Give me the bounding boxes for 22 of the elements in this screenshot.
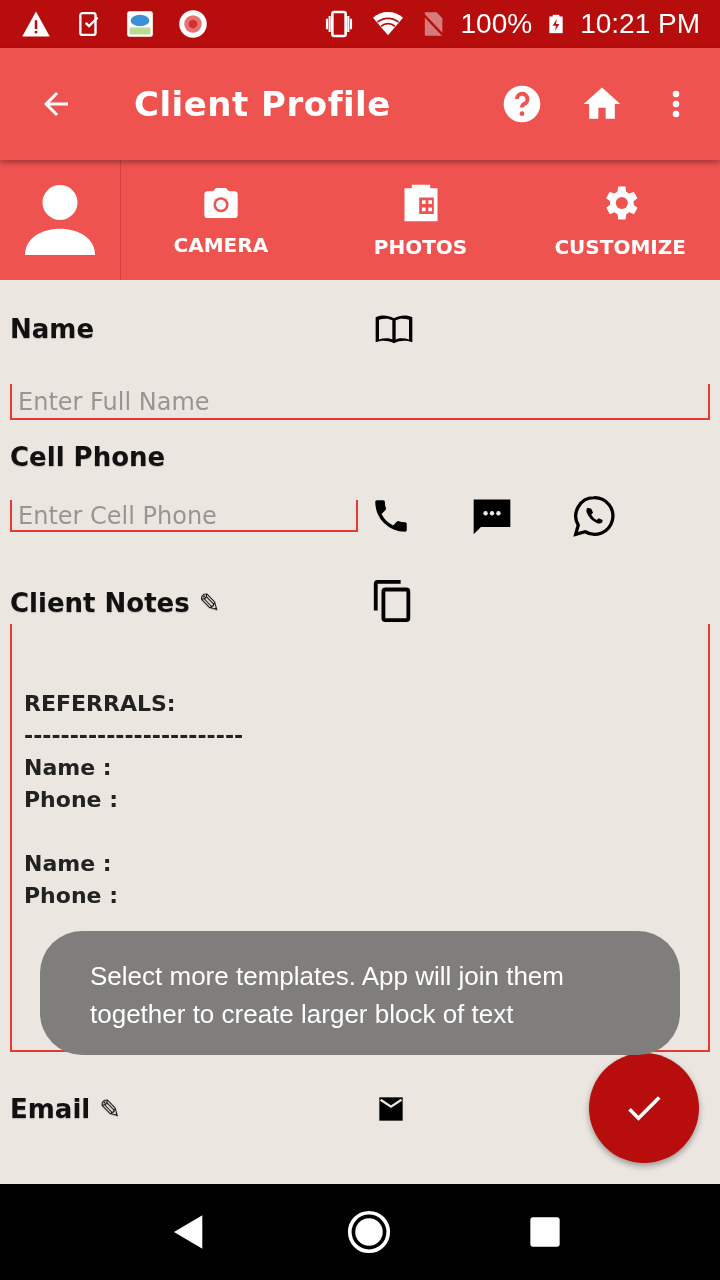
cloud-app-icon (126, 10, 154, 38)
battery-level: 100% (460, 8, 533, 40)
field-label: Client Notes ✎ (10, 588, 222, 618)
field-label: Cell Phone (10, 442, 167, 472)
tab[interactable]: CUSTOMIZE (520, 160, 720, 280)
phone-field[interactable]: Enter Cell Phone (10, 500, 358, 532)
clock-time: 10:21 PM (580, 8, 700, 40)
name-field[interactable]: Enter Full Name (10, 384, 710, 420)
chat-phone-icon[interactable] (572, 494, 616, 538)
recents-button[interactable] (529, 1216, 561, 1248)
field-label: Email ✎ (10, 1094, 123, 1124)
record-icon (178, 9, 208, 39)
home-button[interactable] (347, 1210, 391, 1254)
message-toast: Select more templates. App will join them together to create larger block of text (40, 931, 680, 1055)
warning-icon (20, 9, 52, 39)
field-label: Name (10, 314, 96, 344)
tab[interactable]: CAMERA (121, 160, 321, 280)
tab[interactable]: PHOTOS (320, 160, 521, 280)
home-circle-icon (347, 1210, 391, 1254)
square-icon (529, 1216, 561, 1248)
save-button[interactable] (589, 1053, 699, 1163)
screen-title: Client Profile (133, 84, 392, 124)
